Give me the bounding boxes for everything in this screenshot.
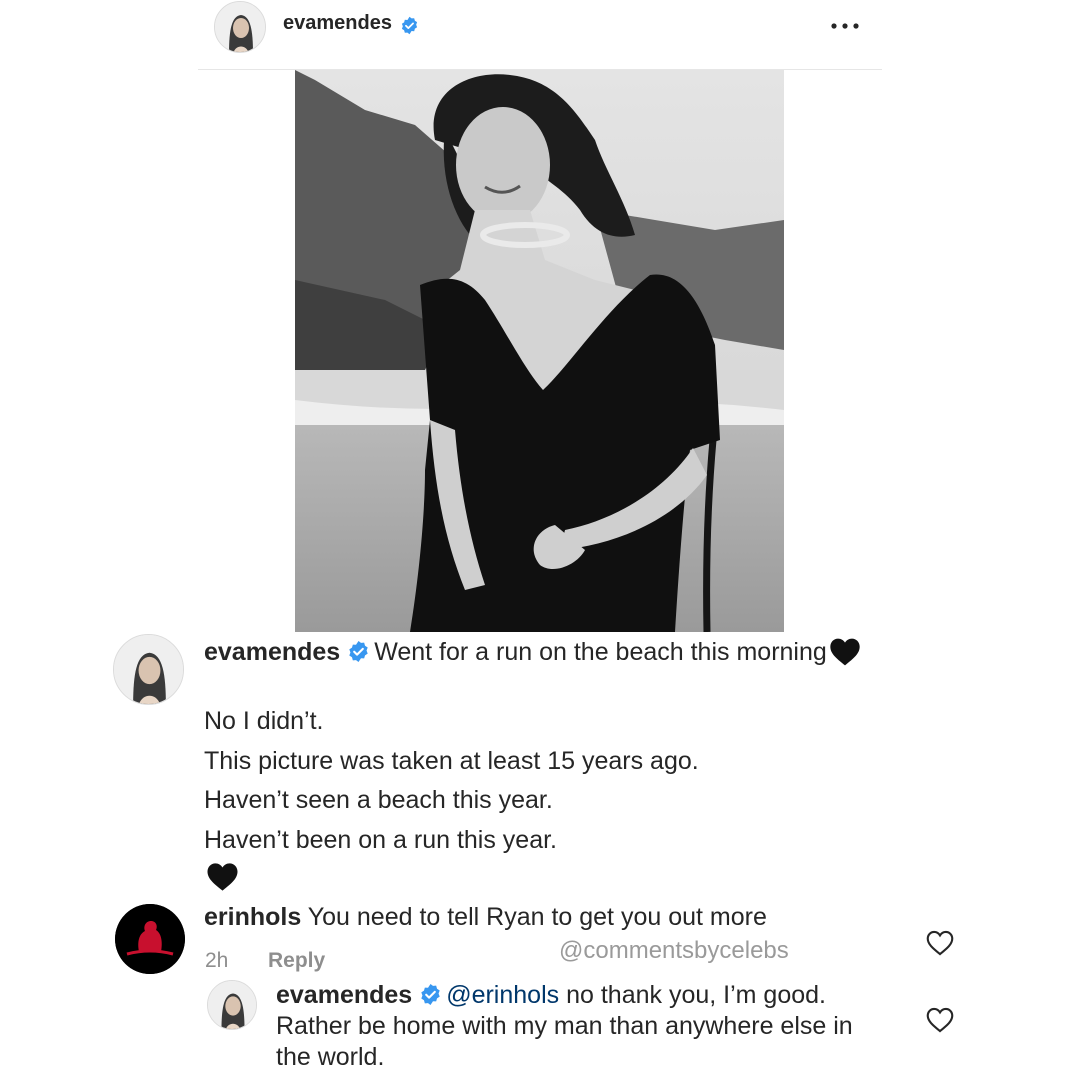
avatar-image [208,981,256,1029]
verified-badge-icon [349,640,368,663]
like-heart-icon[interactable] [926,1007,954,1033]
verified-badge-icon [401,16,418,35]
reply-comment: evamendes @erinhols no thank you, I’m go… [276,980,876,1073]
reply-button[interactable]: Reply [268,949,325,973]
header-username[interactable]: evamendes [283,12,392,35]
header-avatar[interactable] [214,1,266,53]
avatar-image [215,2,265,52]
like-heart-icon[interactable] [926,930,954,956]
avatar-image [114,635,183,704]
comment-text: You need to tell Ryan to get you out mor… [307,903,767,931]
reply-username[interactable]: evamendes [276,981,412,1009]
more-options-icon[interactable] [830,22,860,30]
black-heart-icon [207,863,238,891]
watermark: @commentsbycelebs [559,937,789,964]
avatar-image [115,904,185,974]
caption-avatar[interactable] [113,634,184,705]
reply-avatar[interactable] [207,980,257,1030]
caption-text: Went for a run on the beach this morning [374,638,827,666]
comment-timestamp: 2h [205,949,229,972]
caption-body-line-4: Haven’t been on a run this year. [204,826,558,854]
reply-mention[interactable]: @erinhols [446,981,559,1009]
post-photo[interactable] [295,70,784,632]
comment-username[interactable]: erinhols [204,903,301,931]
caption-body-line-1: No I didn’t. [204,707,324,735]
comment-line: erinhols You need to tell Ryan to get yo… [204,901,767,933]
post-photo-image [295,70,784,632]
caption-line: evamendes Went for a run on the beach th… [204,636,861,668]
verified-badge-icon [421,983,440,1006]
commenter-avatar[interactable] [115,904,185,974]
caption-body-line-3: Haven’t seen a beach this year. [204,786,553,814]
caption-body-line-2: This picture was taken at least 15 years… [204,747,699,775]
black-heart-icon [830,638,860,666]
caption-username[interactable]: evamendes [204,638,340,666]
